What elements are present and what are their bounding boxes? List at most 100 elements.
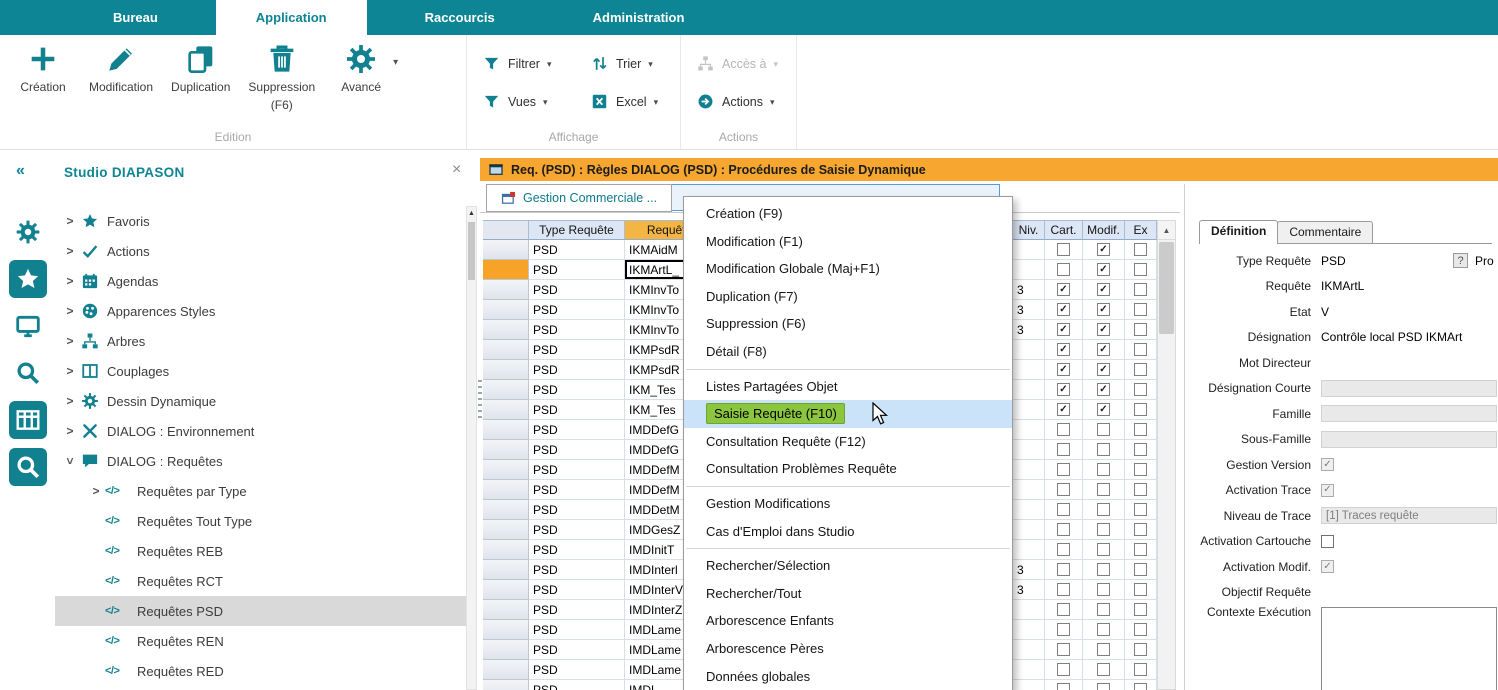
modif-checkbox[interactable]: ✓ bbox=[1097, 283, 1110, 296]
caret-down-icon[interactable]: ▾ bbox=[543, 97, 548, 108]
avance-button[interactable]: ▾Avancé bbox=[324, 41, 398, 113]
modif-checkbox[interactable]: ✓ bbox=[1097, 363, 1110, 376]
modif-checkbox[interactable] bbox=[1097, 463, 1110, 476]
cell-type-requete[interactable]: PSD bbox=[529, 540, 625, 560]
row-selector[interactable] bbox=[483, 540, 529, 560]
field-value[interactable]: Contrôle local PSD IKMArt bbox=[1321, 330, 1462, 344]
cell-type-requete[interactable]: PSD bbox=[529, 300, 625, 320]
creation-button[interactable]: Création bbox=[6, 41, 80, 113]
menu-item-creation-f9[interactable]: Création (F9) bbox=[684, 200, 1012, 228]
tree-scrollbar-thumb[interactable] bbox=[468, 222, 475, 280]
cell-niv[interactable]: 3 bbox=[1013, 300, 1045, 320]
cell-type-requete[interactable]: PSD bbox=[529, 560, 625, 580]
cart-checkbox[interactable] bbox=[1057, 623, 1070, 636]
sidebar-close-button[interactable]: × bbox=[452, 161, 461, 179]
expander-icon[interactable]: > bbox=[63, 304, 77, 318]
menu-tab-application[interactable]: Application bbox=[216, 0, 367, 35]
cell-type-requete[interactable]: PSD bbox=[529, 500, 625, 520]
cell-niv[interactable] bbox=[1013, 460, 1045, 480]
menu-item-gestion-modifications[interactable]: Gestion Modifications bbox=[684, 490, 1012, 518]
row-selector[interactable] bbox=[483, 640, 529, 660]
cell-type-requete[interactable]: PSD bbox=[529, 680, 625, 690]
menu-tab-administration[interactable]: Administration bbox=[553, 0, 725, 35]
row-selector[interactable] bbox=[483, 400, 529, 420]
row-selector[interactable] bbox=[483, 440, 529, 460]
cell-niv[interactable] bbox=[1013, 500, 1045, 520]
detail-tab-commentaire[interactable]: Commentaire bbox=[1277, 221, 1373, 243]
tree-item-arbres[interactable]: >Arbres bbox=[55, 326, 466, 356]
cell-type-requete[interactable]: PSD bbox=[529, 640, 625, 660]
menu-item-consultation-problemes-requete[interactable]: Consultation Problèmes Requête bbox=[684, 455, 1012, 483]
modif-checkbox[interactable]: ✓ bbox=[1097, 383, 1110, 396]
scroll-up-icon[interactable]: ▲ bbox=[1158, 221, 1175, 240]
ex-checkbox[interactable] bbox=[1134, 323, 1147, 336]
modif-checkbox[interactable]: ✓ bbox=[1097, 343, 1110, 356]
cell-type-requete[interactable]: PSD bbox=[529, 440, 625, 460]
tree-item-dessin-dynamique[interactable]: >Dessin Dynamique bbox=[55, 386, 466, 416]
menu-item-duplication-f7[interactable]: Duplication (F7) bbox=[684, 283, 1012, 311]
table-rail-button[interactable] bbox=[9, 401, 47, 439]
row-selector[interactable] bbox=[483, 500, 529, 520]
modif-checkbox[interactable]: ✓ bbox=[1097, 323, 1110, 336]
modif-checkbox[interactable] bbox=[1097, 603, 1110, 616]
row-selector[interactable] bbox=[483, 280, 529, 300]
column-header-niv[interactable]: Niv. bbox=[1013, 220, 1045, 240]
detail-tab-definition[interactable]: Définition bbox=[1199, 220, 1278, 244]
cell-niv[interactable]: 3 bbox=[1013, 560, 1045, 580]
menu-item-modification-f1[interactable]: Modification (F1) bbox=[684, 228, 1012, 256]
ex-checkbox[interactable] bbox=[1134, 243, 1147, 256]
cart-checkbox[interactable]: ✓ bbox=[1057, 383, 1070, 396]
cell-type-requete[interactable]: PSD bbox=[529, 280, 625, 300]
cell-niv[interactable] bbox=[1013, 480, 1045, 500]
row-selector[interactable] bbox=[483, 380, 529, 400]
cart-checkbox[interactable]: ✓ bbox=[1057, 323, 1070, 336]
tree-item-couplages[interactable]: >Couplages bbox=[55, 356, 466, 386]
cell-niv[interactable] bbox=[1013, 540, 1045, 560]
scroll-up-icon[interactable]: ▲ bbox=[467, 207, 476, 220]
column-header-blank[interactable] bbox=[483, 220, 529, 240]
modif-checkbox[interactable] bbox=[1097, 423, 1110, 436]
modif-checkbox[interactable] bbox=[1097, 663, 1110, 676]
cell-type-requete[interactable]: PSD bbox=[529, 460, 625, 480]
cart-checkbox[interactable]: ✓ bbox=[1057, 343, 1070, 356]
expander-icon[interactable]: > bbox=[63, 424, 77, 438]
tree-item-dialog-requetes[interactable]: >DIALOG : Requêtes bbox=[55, 446, 466, 476]
caret-down-icon[interactable]: ▾ bbox=[648, 59, 653, 70]
row-selector[interactable] bbox=[483, 480, 529, 500]
cell-type-requete[interactable]: PSD bbox=[529, 420, 625, 440]
modif-checkbox[interactable] bbox=[1097, 543, 1110, 556]
cart-checkbox[interactable] bbox=[1057, 583, 1070, 596]
expander-icon[interactable]: > bbox=[63, 394, 77, 408]
grid-scrollbar-thumb[interactable] bbox=[1159, 242, 1174, 334]
modif-checkbox[interactable] bbox=[1097, 563, 1110, 576]
cell-niv[interactable] bbox=[1013, 520, 1045, 540]
column-header-ex[interactable]: Ex bbox=[1125, 220, 1157, 240]
cart-checkbox[interactable]: ✓ bbox=[1057, 303, 1070, 316]
ex-checkbox[interactable] bbox=[1134, 563, 1147, 576]
row-selector[interactable] bbox=[483, 420, 529, 440]
cell-niv[interactable]: 3 bbox=[1013, 580, 1045, 600]
tree-item-requetes-psd[interactable]: </>Requêtes PSD bbox=[55, 596, 466, 626]
ex-checkbox[interactable] bbox=[1134, 643, 1147, 656]
cell-niv[interactable] bbox=[1013, 620, 1045, 640]
row-selector[interactable] bbox=[483, 340, 529, 360]
menu-tab-raccourcis[interactable]: Raccourcis bbox=[385, 0, 535, 35]
cell-type-requete[interactable]: PSD bbox=[529, 620, 625, 640]
trier-button[interactable]: Trier▾ bbox=[591, 55, 670, 73]
cart-checkbox[interactable] bbox=[1057, 543, 1070, 556]
expander-icon[interactable]: > bbox=[63, 274, 77, 288]
cart-checkbox[interactable] bbox=[1057, 483, 1070, 496]
modif-checkbox[interactable] bbox=[1097, 523, 1110, 536]
menu-item-modification-globale-maj-f1[interactable]: Modification Globale (Maj+F1) bbox=[684, 255, 1012, 283]
field-value[interactable]: PSD bbox=[1321, 254, 1346, 268]
cell-type-requete[interactable]: PSD bbox=[529, 320, 625, 340]
tab-gestion-commerciale[interactable]: Gestion Commerciale ... bbox=[486, 184, 672, 212]
cell-niv[interactable] bbox=[1013, 660, 1045, 680]
modif-checkbox[interactable] bbox=[1097, 683, 1110, 690]
expander-icon[interactable]: > bbox=[63, 364, 77, 378]
field-value[interactable]: IKMArtL bbox=[1321, 279, 1364, 293]
ex-checkbox[interactable] bbox=[1134, 543, 1147, 556]
ex-checkbox[interactable] bbox=[1134, 683, 1147, 690]
expander-icon[interactable]: > bbox=[63, 334, 77, 348]
cell-niv[interactable] bbox=[1013, 420, 1045, 440]
